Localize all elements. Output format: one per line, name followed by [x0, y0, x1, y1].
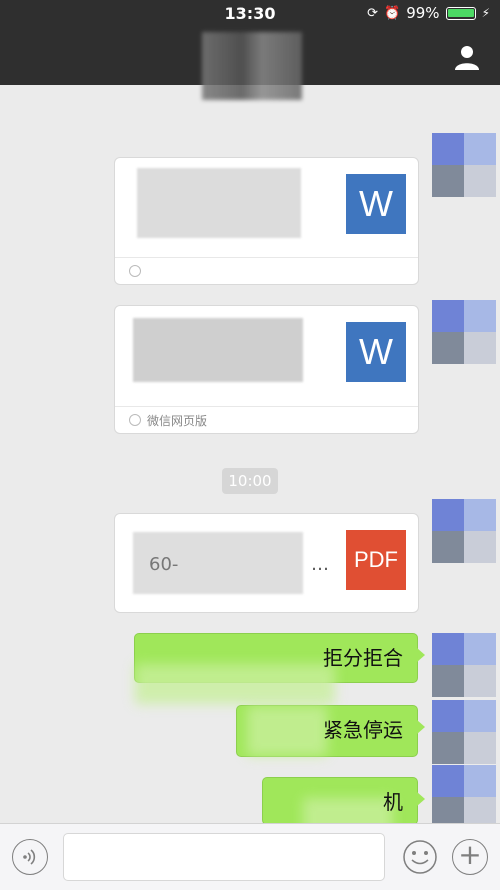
nav-bar — [0, 28, 500, 100]
voice-icon[interactable] — [12, 839, 48, 875]
word-file-icon: W — [346, 174, 406, 234]
redacted-file-title — [133, 318, 303, 382]
battery-fill — [448, 9, 474, 17]
input-bar: + — [0, 823, 500, 890]
message-text: 紧急停运 — [323, 718, 403, 742]
file-message-word[interactable]: W — [114, 157, 419, 285]
web-icon — [129, 265, 141, 277]
avatar[interactable] — [432, 300, 496, 364]
message-input[interactable] — [63, 833, 385, 881]
status-right: ⟳ ⏰ 99% ⚡ — [367, 4, 490, 22]
avatar[interactable] — [432, 633, 496, 697]
battery-icon — [445, 6, 476, 20]
pdf-title-ellipsis: … — [311, 554, 329, 575]
emoji-icon[interactable] — [402, 839, 438, 875]
redaction-glow — [303, 798, 393, 823]
alarm-icon: ⏰ — [384, 5, 401, 21]
battery-percent: 99% — [406, 4, 440, 22]
status-bar: 13:30 ⟳ ⏰ 99% ⚡ — [0, 0, 500, 28]
message-text: 机 — [383, 790, 403, 814]
web-icon — [129, 414, 141, 426]
pdf-title-fragment: 60- — [149, 554, 179, 575]
avatar[interactable] — [432, 133, 496, 197]
timestamp: 10:00 — [222, 468, 278, 494]
charging-icon: ⚡ — [481, 6, 490, 20]
word-file-icon: W — [346, 322, 406, 382]
avatar[interactable] — [432, 700, 496, 764]
avatar[interactable] — [432, 765, 496, 823]
avatar[interactable] — [432, 499, 496, 563]
text-message[interactable]: 拒分拒合 — [134, 633, 425, 704]
text-message[interactable]: 机 — [262, 777, 425, 823]
source-line: 微信网页版 — [115, 406, 418, 433]
pdf-file-icon: PDF — [346, 530, 406, 590]
file-message-word[interactable]: W 微信网页版 — [114, 305, 419, 434]
rotation-lock-icon: ⟳ — [367, 5, 379, 21]
redacted-file-title — [137, 168, 301, 238]
voice-wave-icon — [23, 849, 36, 865]
message-text: 拒分拒合 — [323, 646, 403, 670]
file-message-pdf[interactable]: 60- … PDF — [114, 513, 419, 613]
plus-icon[interactable]: + — [452, 839, 488, 875]
redaction-glow — [135, 664, 335, 704]
text-message[interactable]: 紧急停运 — [236, 705, 425, 757]
chat-area[interactable]: W W 微信网页版 10:00 60- … PDF 拒分拒合 紧急停运 机 — [0, 85, 500, 823]
redaction-glow — [247, 706, 327, 756]
person-icon[interactable] — [454, 44, 480, 70]
source-label: 微信网页版 — [147, 413, 208, 428]
source-line — [115, 257, 418, 284]
